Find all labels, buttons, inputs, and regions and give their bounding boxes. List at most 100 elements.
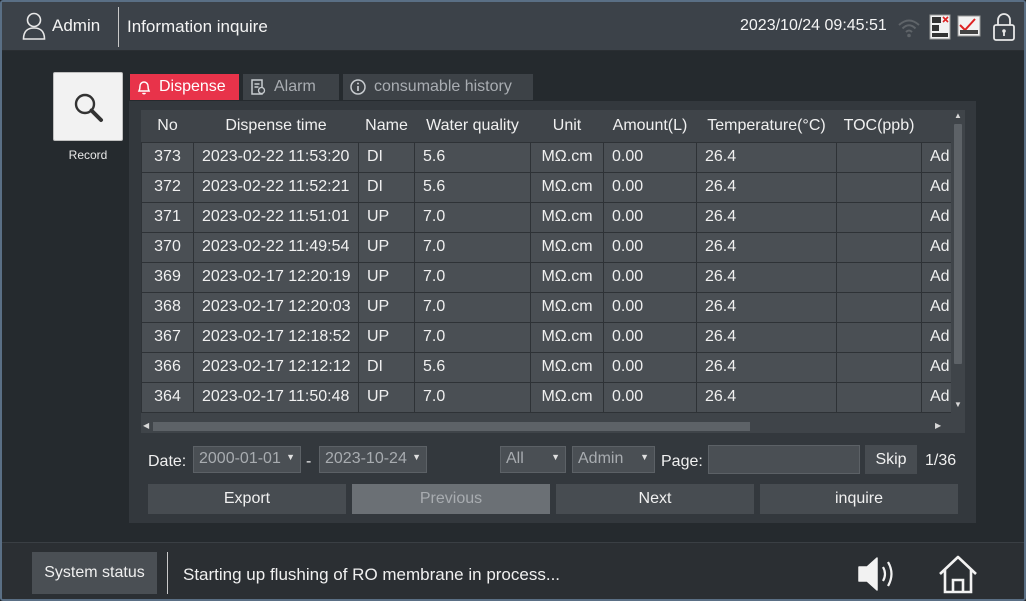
info-icon	[350, 79, 366, 95]
inquire-button[interactable]: inquire	[760, 484, 958, 514]
skip-button[interactable]: Skip	[865, 445, 917, 474]
table-cell: Ad	[921, 261, 952, 293]
table-row[interactable]: 369 2023-02-17 12:20:19 UP 7.0 MΩ.cm 0.00 26.4…	[141, 261, 952, 293]
column-header[interactable]: No	[141, 110, 194, 142]
table-cell: MΩ.cm	[530, 261, 604, 293]
table-cell	[836, 381, 922, 413]
table-cell: Ad	[921, 171, 952, 203]
previous-button[interactable]: Previous	[352, 484, 550, 514]
table-cell: MΩ.cm	[530, 141, 604, 173]
device-icon[interactable]	[929, 14, 951, 40]
table-cell: 367	[141, 321, 194, 353]
table-cell: 7.0	[414, 231, 531, 263]
export-button[interactable]: Export	[148, 484, 346, 514]
table-cell: 0.00	[603, 351, 697, 383]
bottom-bar: System status Starting up flushing of RO…	[2, 542, 1024, 599]
scroll-down-icon[interactable]: ▼	[954, 400, 962, 409]
records-table: No Dispense time Name Water quality Unit…	[141, 110, 952, 413]
tab-consumable-history[interactable]: consumable history	[343, 74, 533, 100]
table-row[interactable]: 366 2023-02-17 12:12:12 DI 5.6 MΩ.cm 0.00 26.4…	[141, 351, 952, 383]
scroll-up-icon[interactable]: ▲	[954, 111, 962, 120]
chevron-down-icon: ▼	[286, 452, 295, 462]
table-cell: UP	[358, 381, 415, 413]
table-cell: 26.4	[696, 231, 837, 263]
table-cell: 370	[141, 231, 194, 263]
column-header[interactable]: Temperature(°C)	[696, 110, 837, 142]
table-header-row: No Dispense time Name Water quality Unit…	[141, 110, 952, 142]
column-header[interactable]: Water quality	[414, 110, 531, 142]
column-header[interactable]: TOC(ppb)	[836, 110, 922, 142]
tab-label: Alarm	[274, 78, 316, 95]
table-cell	[836, 351, 922, 383]
vertical-scrollbar[interactable]: ▲ ▼	[951, 110, 965, 420]
table-cell: 2023-02-17 12:20:03	[193, 291, 359, 323]
system-status-button[interactable]: System status	[32, 552, 157, 594]
next-button[interactable]: Next	[556, 484, 754, 514]
table-cell: 373	[141, 141, 194, 173]
table-row[interactable]: 373 2023-02-22 11:53:20 DI 5.6 MΩ.cm 0.00 26.4…	[141, 141, 952, 173]
table-cell: 0.00	[603, 291, 697, 323]
tab-alarm[interactable]: Alarm	[243, 74, 339, 100]
table-cell	[836, 141, 922, 173]
scroll-left-icon[interactable]: ◀	[143, 421, 149, 430]
tab-dispense[interactable]: Dispense	[130, 74, 239, 100]
table-row[interactable]: 372 2023-02-22 11:52:21 DI 5.6 MΩ.cm 0.00 26.4…	[141, 171, 952, 203]
table-cell: Ad	[921, 291, 952, 323]
column-header[interactable]: Unit	[530, 110, 604, 142]
record-search-button[interactable]	[53, 72, 123, 141]
vertical-scroll-thumb[interactable]	[954, 124, 962, 364]
table-cell: 5.6	[414, 351, 531, 383]
column-header[interactable]: Dispense time	[193, 110, 359, 142]
table-cell: MΩ.cm	[530, 201, 604, 233]
table-cell: Ad	[921, 381, 952, 413]
date-to-value: 2023-10-24	[325, 450, 407, 467]
table-cell: UP	[358, 291, 415, 323]
bell-icon	[137, 81, 151, 95]
table-cell: UP	[358, 201, 415, 233]
table-cell: 5.6	[414, 141, 531, 173]
date-to-select[interactable]: 2023-10-24 ▼	[319, 446, 427, 473]
column-header[interactable]: Name	[358, 110, 415, 142]
table-cell: 0.00	[603, 141, 697, 173]
table-row[interactable]: 371 2023-02-22 11:51:01 UP 7.0 MΩ.cm 0.00 26.4…	[141, 201, 952, 233]
chevron-down-icon: ▼	[640, 452, 649, 462]
table-cell: 26.4	[696, 171, 837, 203]
date-from-value: 2000-01-01	[199, 450, 281, 467]
table-row[interactable]: 367 2023-02-17 12:18:52 UP 7.0 MΩ.cm 0.00 26.4…	[141, 321, 952, 353]
horizontal-scrollbar[interactable]: ◀ ▶	[141, 419, 965, 433]
table-cell: 26.4	[696, 291, 837, 323]
chart-icon[interactable]	[957, 15, 981, 37]
table-cell: 26.4	[696, 141, 837, 173]
records-table-container: No Dispense time Name Water quality Unit…	[141, 110, 965, 433]
date-from-select[interactable]: 2000-01-01 ▼	[193, 446, 301, 473]
user-filter-select[interactable]: Admin ▼	[572, 446, 655, 473]
table-cell: MΩ.cm	[530, 321, 604, 353]
table-cell: 0.00	[603, 171, 697, 203]
table-row[interactable]: 370 2023-02-22 11:49:54 UP 7.0 MΩ.cm 0.00 26.4…	[141, 231, 952, 263]
page-label: Page:	[661, 453, 703, 470]
table-cell: DI	[358, 171, 415, 203]
table-cell: Ad	[921, 141, 952, 173]
table-row[interactable]: 364 2023-02-17 11:50:48 UP 7.0 MΩ.cm 0.00 26.4…	[141, 381, 952, 413]
table-cell	[836, 321, 922, 353]
table-row[interactable]: 368 2023-02-17 12:20:03 UP 7.0 MΩ.cm 0.00 26.4…	[141, 291, 952, 323]
table-cell	[836, 291, 922, 323]
column-header[interactable]: Amount(L)	[603, 110, 697, 142]
table-cell: Ad	[921, 351, 952, 383]
page-input[interactable]	[708, 445, 860, 474]
table-cell: 7.0	[414, 261, 531, 293]
table-cell: 0.00	[603, 381, 697, 413]
table-cell: 26.4	[696, 351, 837, 383]
home-icon[interactable]	[937, 553, 979, 595]
dispense-panel: No Dispense time Name Water quality Unit…	[129, 101, 976, 523]
table-cell: 26.4	[696, 201, 837, 233]
horizontal-scroll-thumb[interactable]	[153, 422, 750, 431]
user-menu[interactable]: Admin	[22, 12, 100, 40]
column-header[interactable]	[921, 110, 952, 142]
volume-icon[interactable]	[857, 555, 899, 593]
lock-icon[interactable]	[992, 12, 1016, 41]
scroll-right-icon[interactable]: ▶	[935, 421, 941, 430]
type-filter-select[interactable]: All ▼	[500, 446, 566, 473]
table-cell: 7.0	[414, 381, 531, 413]
table-cell: MΩ.cm	[530, 171, 604, 203]
